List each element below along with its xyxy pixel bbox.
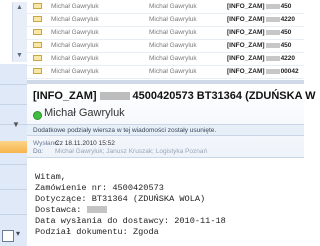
to-row: Do: Michał Gawryluk; Janusz Kruszak; Log… (33, 148, 207, 155)
redacted-text (265, 3, 280, 9)
subject-suffix: 450 (280, 29, 292, 36)
message-subject: [INFO_ZAM] 450 (227, 26, 291, 39)
folder-scrollbar[interactable]: ▲ ▼ (12, 2, 27, 62)
message-header: [INFO_ZAM] 4500420573 BT31364 (ZDUŃSKA W … (27, 84, 316, 158)
list-item[interactable]: Michał Gawryluk Michał Gawryluk [INFO_ZA… (27, 13, 304, 27)
nav-separator (0, 189, 27, 190)
subject-prefix: [INFO_ZAM] (227, 68, 265, 75)
list-item[interactable]: Michał Gawryluk Michał Gawryluk [INFO_ZA… (27, 52, 304, 66)
subject-rest: 4500420573 BT31364 (ZDUŃSKA W (132, 90, 316, 102)
subject-suffix: 4220 (280, 55, 296, 62)
message-subject-heading: [INFO_ZAM] 4500420573 BT31364 (ZDUŃSKA W (33, 90, 316, 102)
body-line: Zamówienie nr: 4500420573 (35, 183, 164, 193)
nav-separator (0, 104, 27, 105)
envelope-icon (33, 42, 42, 48)
collapse-arrow-icon[interactable]: ▼ (12, 120, 20, 129)
message-to: Michał Gawryluk (149, 42, 197, 49)
list-item[interactable]: Michał Gawryluk Michał Gawryluk [INFO_ZA… (27, 0, 304, 14)
body-line: Witam, (35, 172, 66, 182)
message-subject: [INFO_ZAM] 00042 (227, 65, 299, 78)
redacted-text (99, 92, 130, 101)
subject-prefix: [INFO_ZAM] (227, 16, 265, 23)
message-to: Michał Gawryluk (149, 16, 197, 23)
sender-name[interactable]: Michał Gawryluk (44, 107, 125, 119)
message-from: Michał Gawryluk (51, 42, 99, 49)
subject-suffix: 4220 (280, 16, 296, 23)
message-to: Michał Gawryluk (149, 68, 197, 75)
message-from: Michał Gawryluk (51, 29, 99, 36)
subject-suffix: 00042 (280, 68, 299, 75)
envelope-icon (33, 68, 42, 74)
subject-prefix: [INFO_ZAM] (33, 90, 97, 102)
envelope-icon (33, 3, 42, 9)
body-line: Podział dokumentu: Zgoda (35, 227, 159, 237)
message-to: Michał Gawryluk (149, 55, 197, 62)
scroll-down-icon[interactable]: ▼ (16, 52, 23, 59)
message-to: Michał Gawryluk (149, 29, 197, 36)
info-bar[interactable]: Dodatkowe podziały wiersza w tej wiadomo… (27, 124, 304, 136)
to-label: Do: (33, 148, 44, 155)
message-subject: [INFO_ZAM] 4220 (227, 52, 295, 65)
configure-buttons-icon[interactable] (2, 230, 14, 242)
envelope-icon (33, 55, 42, 61)
body-line: Dotyczące: BT31364 (ZDUŃSKA WOLA) (35, 194, 206, 204)
to-value[interactable]: Michał Gawryluk; Janusz Kruszak; Logisty… (55, 148, 207, 155)
navigation-buttons-panel (0, 64, 28, 246)
nav-separator (0, 214, 27, 215)
message-from: Michał Gawryluk (51, 3, 99, 10)
chevron-down-icon[interactable]: ▾ (16, 229, 20, 238)
message-subject: [INFO_ZAM] 450 (227, 39, 291, 52)
subject-suffix: 450 (280, 42, 292, 49)
message-to: Michał Gawryluk (149, 3, 197, 10)
subject-prefix: [INFO_ZAM] (227, 55, 265, 62)
redacted-text (265, 16, 280, 22)
message-from: Michał Gawryluk (51, 16, 99, 23)
redacted-text (265, 68, 280, 74)
body-line-text: Dostawca: (35, 205, 87, 215)
message-from: Michał Gawryluk (51, 68, 99, 75)
nav-separator (0, 84, 27, 85)
reading-pane: [INFO_ZAM] 4500420573 BT31364 (ZDUŃSKA W … (27, 84, 316, 246)
scroll-up-icon[interactable]: ▲ (16, 4, 23, 11)
body-line: Dostawca: (35, 205, 226, 216)
envelope-icon (33, 29, 42, 35)
redacted-text (265, 55, 280, 61)
message-from: Michał Gawryluk (51, 55, 99, 62)
subject-prefix: [INFO_ZAM] (227, 42, 265, 49)
sent-row: Wysłano: Cz 18.11.2010 15:52 (33, 140, 115, 147)
folder-list-area: ▲ ▼ (0, 0, 27, 64)
list-item[interactable]: Michał Gawryluk Michał Gawryluk [INFO_ZA… (27, 26, 304, 40)
redacted-text (265, 42, 280, 48)
message-list: Michał Gawryluk Michał Gawryluk [INFO_ZA… (27, 0, 304, 84)
redacted-text (265, 29, 280, 35)
body-line: Data wysłania do dostawcy: 2010-11-18 (35, 216, 226, 226)
subject-suffix: 450 (280, 3, 292, 10)
sent-value: Cz 18.11.2010 15:52 (55, 140, 115, 147)
message-body: Witam, Zamówienie nr: 4500420573 Dotyczące… (35, 172, 226, 238)
presence-online-icon[interactable] (33, 111, 42, 120)
list-item[interactable]: Michał Gawryluk Michał Gawryluk [INFO_ZA… (27, 39, 304, 53)
subject-prefix: [INFO_ZAM] (227, 3, 265, 10)
viewport-edge (27, 240, 304, 246)
list-item[interactable]: Michał Gawryluk Michał Gawryluk [INFO_ZA… (27, 65, 304, 79)
redacted-text (86, 206, 107, 214)
subject-prefix: [INFO_ZAM] (227, 29, 265, 36)
nav-separator (0, 164, 27, 165)
message-subject: [INFO_ZAM] 4220 (227, 13, 295, 26)
message-subject: [INFO_ZAM] 450 (227, 0, 291, 13)
nav-button-selected[interactable] (0, 141, 27, 153)
envelope-icon (33, 16, 42, 22)
